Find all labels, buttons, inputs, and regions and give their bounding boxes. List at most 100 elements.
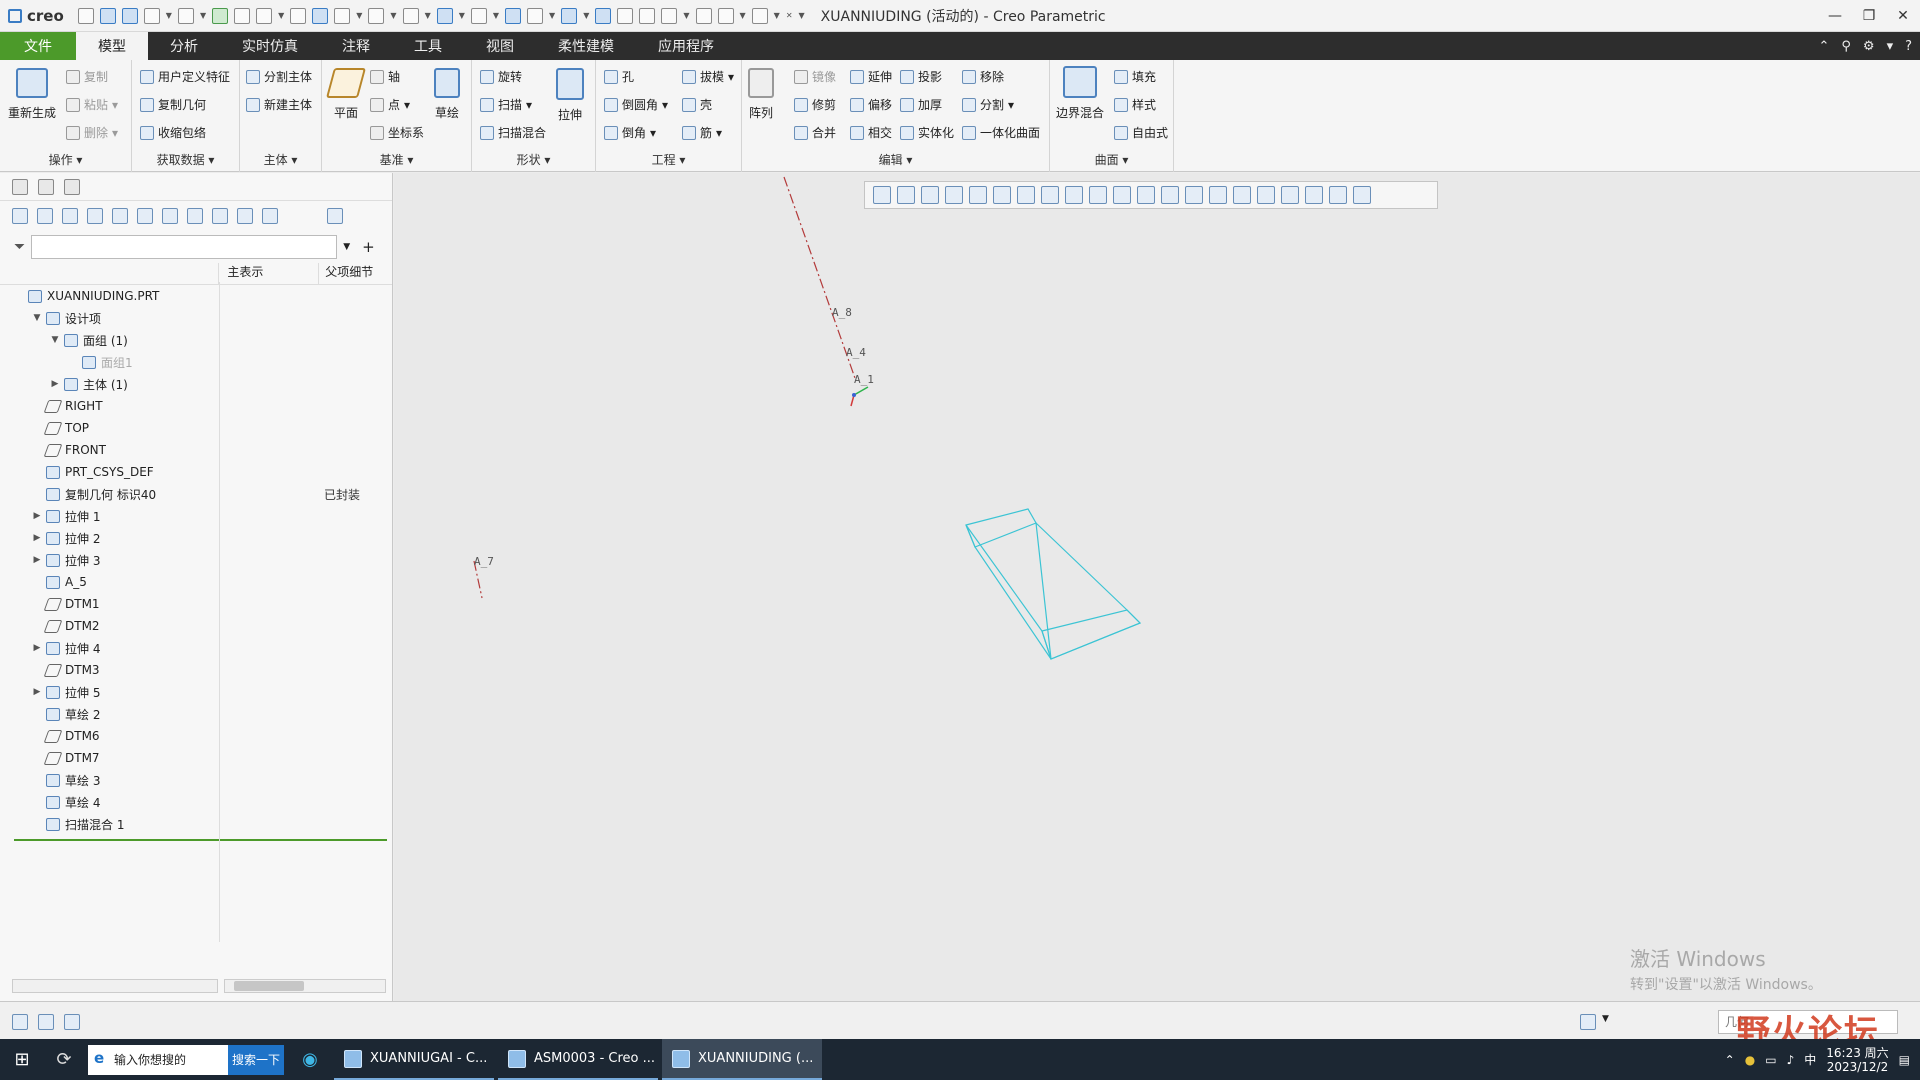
tree-stack-icon[interactable] [212,208,228,224]
switch-window-dropdown-icon[interactable]: ▼ [278,11,284,20]
clock[interactable]: 16:23 周六 2023/12/2 [1826,1046,1888,1074]
group-label-get-data[interactable]: 获取数据 ▾ [132,151,239,168]
sweep-qat-icon[interactable] [661,7,678,24]
shrinkwrap-button[interactable]: 收缩包络 [140,124,206,141]
rib-button[interactable]: 筋 ▾ [682,124,722,141]
close-window-icon[interactable] [290,7,307,24]
expand-toggle-icon[interactable]: ▶ [30,555,44,565]
tab-file[interactable]: 文件 [0,32,76,60]
expand-toggle-icon[interactable]: ▶ [30,643,44,653]
tree-column-primary-rep[interactable]: 主表示 [218,263,318,284]
plane-button[interactable]: 平面 [325,68,367,121]
expand-toggle-icon[interactable]: ▼ [30,313,44,323]
app-360-icon[interactable]: ⟳ [44,1039,84,1080]
redo-icon[interactable] [177,7,194,24]
regenerate-qat-icon[interactable] [212,7,229,24]
swept-blend-button[interactable]: 扫描混合 [480,124,546,141]
tree-columns-icon[interactable] [87,208,103,224]
csys-button[interactable]: 坐标系 [370,124,424,141]
group-label-engineering[interactable]: 工程 ▾ [596,151,741,168]
fill-button[interactable]: 填充 [1114,68,1156,85]
hole-button[interactable]: 孔 [604,68,634,85]
sketch-button[interactable]: 草绘 [434,68,460,121]
remove-button[interactable]: 移除 [962,68,1004,85]
tray-expand-icon[interactable]: ⌃ [1725,1053,1735,1067]
sketch-qat-icon[interactable] [561,7,578,24]
search-dropdown-icon[interactable]: ▼ [343,242,350,252]
group-label-operations[interactable]: 操作 ▾ [0,151,131,168]
extend-button[interactable]: 延伸 [850,68,892,85]
tree-search-input[interactable] [31,235,338,259]
tree-row[interactable]: DTM2 [0,615,392,637]
add-filter-icon[interactable]: + [362,238,375,256]
taskbar-search-input[interactable]: 输入你想搜的 [88,1049,228,1068]
tree-display-icon[interactable] [12,208,28,224]
assemble-qat-icon[interactable] [595,7,612,24]
tree-row[interactable]: 草绘 4 [0,791,392,813]
open-file-icon[interactable] [99,7,116,24]
delete-button[interactable]: 删除 ▾ [66,124,118,141]
expand-toggle-icon[interactable]: ▶ [30,533,44,543]
edge-browser-icon[interactable]: ◉ [290,1039,330,1080]
taskbar-app-xuanniugai[interactable]: XUANNIUGAI - C... [334,1039,494,1080]
split-button[interactable]: 分割 ▾ [962,96,1014,113]
solidify-button[interactable]: 实体化 [900,124,954,141]
new-file-icon[interactable] [77,7,94,24]
select-qat-icon[interactable] [470,7,487,24]
funnel-icon[interactable]: ⏷ [14,239,25,255]
undo-dropdown-icon[interactable]: ▼ [166,11,172,20]
pen-dropdown-icon[interactable]: ▼ [740,11,746,20]
tree-note-icon[interactable] [327,208,343,224]
pattern-button[interactable]: 阵列 [748,68,774,121]
boundary-blend-button[interactable]: 边界混合 [1056,66,1104,121]
point-button[interactable]: 点 ▾ [370,96,410,113]
redo-dropdown-icon[interactable]: ▼ [200,11,206,20]
tree-settings-icon[interactable] [162,208,178,224]
tree-row[interactable]: 扫描混合 1 [0,813,392,835]
close-icon[interactable]: ✕ [1886,0,1920,32]
tab-annotate[interactable]: 注释 [320,32,392,60]
round-button[interactable]: 倒圆角 ▾ [604,96,668,113]
help-icon[interactable]: ? [1905,39,1912,54]
tree-layers-icon[interactable] [187,208,203,224]
sweep-dropdown-icon[interactable]: ▼ [683,11,689,20]
tree-row[interactable]: ▶ 拉伸 5 [0,681,392,703]
tab-live-simulation[interactable]: 实时仿真 [220,32,320,60]
expand-toggle-icon[interactable]: ▶ [48,379,62,389]
folder-browser-tab-icon[interactable] [38,178,54,195]
tree-row[interactable]: ▼ 面组 (1) [0,329,392,351]
full-screen-icon[interactable] [64,1014,80,1030]
tree-expand-icon[interactable] [62,208,78,224]
new-body-button[interactable]: 新建主体 [246,96,312,113]
favorites-tab-icon[interactable] [64,178,80,195]
tree-row[interactable]: ▶ 主体 (1) [0,373,392,395]
group-label-surfaces[interactable]: 曲面 ▾ [1050,151,1173,168]
datum-plane-qat-icon[interactable] [334,7,351,24]
copy-dropdown-icon[interactable]: ▼ [459,11,465,20]
chamfer-button[interactable]: 倒角 ▾ [604,124,656,141]
tree-branch-icon[interactable] [262,208,278,224]
tree-hierarchy-icon[interactable] [237,208,253,224]
thicken-button[interactable]: 加厚 [900,96,942,113]
expand-toggle-icon[interactable]: ▶ [30,687,44,697]
tree-row[interactable]: FRONT [0,439,392,461]
show-navigator-icon[interactable] [12,1014,28,1030]
tab-analysis[interactable]: 分析 [148,32,220,60]
project-button[interactable]: 投影 [900,68,942,85]
tab-model[interactable]: 模型 [76,32,148,60]
analysis-dropdown-icon[interactable]: ▼ [390,11,396,20]
tree-horizontal-scrollbar[interactable] [12,979,386,993]
merge-button[interactable]: 合并 [794,124,836,141]
model-tree-tab-icon[interactable] [12,178,28,195]
settings-icon[interactable]: ⚙ [1863,39,1875,54]
customize-qat-icon[interactable]: ▼ [799,11,805,20]
close-qat-icon[interactable]: ✕ [786,11,793,20]
group-label-datum[interactable]: 基准 ▾ [322,151,471,168]
tray-app-icon[interactable]: ● [1745,1053,1755,1067]
intersect-button[interactable]: 相交 [850,124,892,141]
copy-geometry-qat-icon[interactable] [312,7,329,24]
tree-row[interactable]: A_5 [0,571,392,593]
tree-row[interactable]: XUANNIUDING.PRT [0,285,392,307]
find-icon[interactable] [1580,1014,1596,1030]
taskbar-app-xuanniuding[interactable]: XUANNIUDING (... [662,1039,822,1080]
